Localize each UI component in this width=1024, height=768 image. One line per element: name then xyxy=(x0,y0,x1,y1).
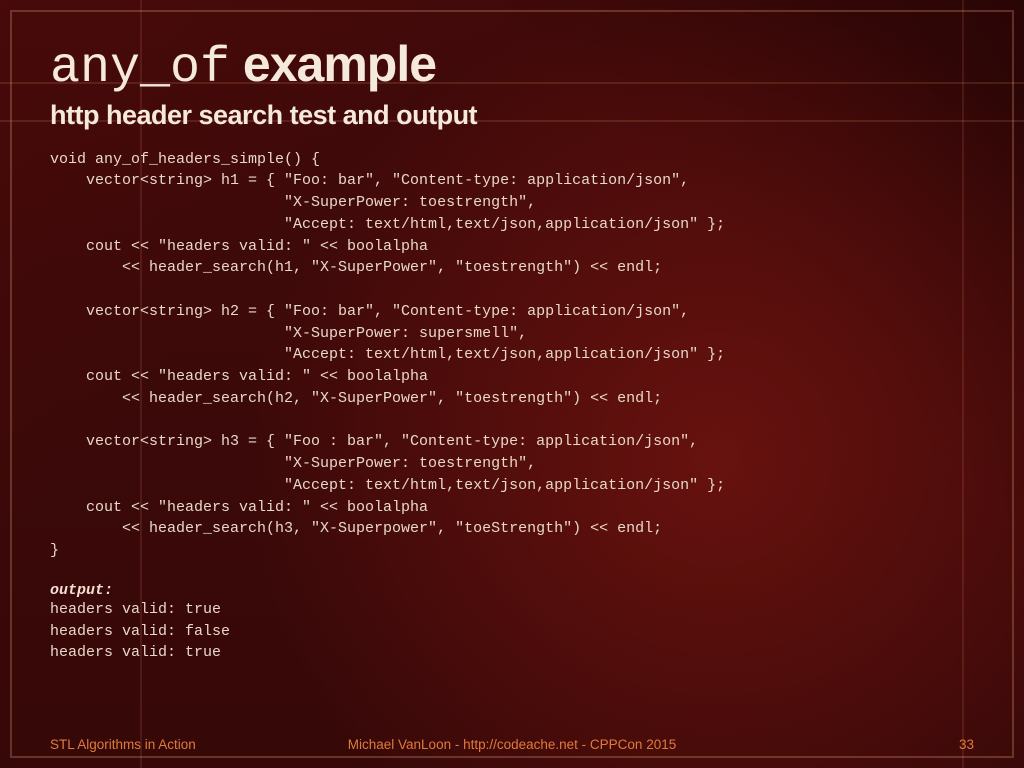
slide-footer: Michael VanLoon - http://codeache.net - … xyxy=(0,737,1024,752)
slide-title: any_of example xyxy=(50,38,974,96)
title-rest: example xyxy=(230,36,436,92)
output-label: output: xyxy=(50,582,974,599)
output-block: headers valid: true headers valid: false… xyxy=(50,599,974,664)
title-code-term: any_of xyxy=(50,40,230,97)
slide-subtitle: http header search test and output xyxy=(50,100,974,131)
slide-number: 33 xyxy=(959,737,974,752)
code-block: void any_of_headers_simple() { vector<st… xyxy=(50,149,974,562)
slide-content: any_of example http header search test a… xyxy=(0,0,1024,768)
footer-title: STL Algorithms in Action xyxy=(50,737,196,752)
